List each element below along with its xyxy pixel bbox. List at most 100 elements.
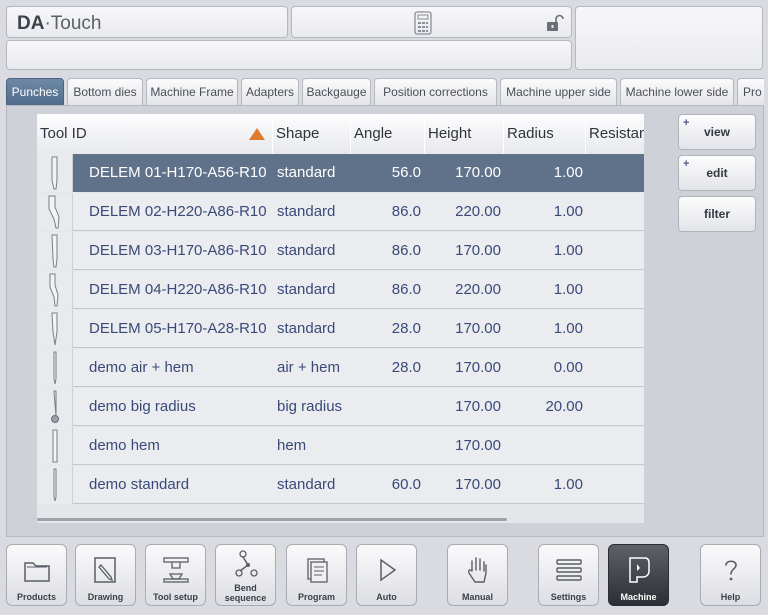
punch-thumbnail <box>37 349 73 387</box>
tab-machine-upper-side[interactable]: Machine upper side <box>500 78 617 106</box>
tab-machine-frame[interactable]: Machine Frame <box>146 78 238 106</box>
table-row[interactable]: DELEM 04-H220-A86-R10 standard 86.0 220.… <box>37 271 644 309</box>
folder-icon <box>24 562 50 582</box>
view-button[interactable]: + view <box>678 114 756 150</box>
program-pages-icon <box>307 558 328 583</box>
table-row[interactable]: demo standard standard 60.0 170.00 1.00 <box>37 466 644 504</box>
column-header-resistance[interactable]: Resistan <box>586 114 644 154</box>
cell-tool-id: DELEM 02-H220-A86-R10 <box>89 203 267 220</box>
cell-angle: 86.0 <box>391 242 421 259</box>
cell-angle: 28.0 <box>391 359 421 376</box>
cell-radius: 0.00 <box>553 359 583 376</box>
nav-program-button[interactable]: Program <box>286 544 347 606</box>
nav-settings-button[interactable]: Settings <box>538 544 599 606</box>
gooseneck-punch-icon <box>48 195 60 229</box>
punch-thumbnail <box>37 271 73 309</box>
punch-thumbnail <box>37 388 73 426</box>
table-row[interactable]: DELEM 01-H170-A56-R10 standard 56.0 170.… <box>37 154 644 192</box>
hem-punch-icon <box>52 429 58 463</box>
punch-thumbnail <box>37 232 73 270</box>
punch-thumbnail <box>37 427 73 465</box>
nav-machine-button[interactable]: Machine <box>608 544 669 606</box>
table-row[interactable]: DELEM 03-H170-A86-R10 standard 86.0 170.… <box>37 232 644 270</box>
column-header-height[interactable]: Height <box>425 114 504 154</box>
nav-auto-button[interactable]: Auto <box>356 544 417 606</box>
unlocked-padlock-icon[interactable] <box>546 14 564 32</box>
cell-height: 170.00 <box>455 437 501 454</box>
calculator-icon[interactable] <box>414 11 432 35</box>
tab-adapters[interactable]: Adapters <box>241 78 299 106</box>
cell-shape: standard <box>277 242 336 259</box>
cell-radius: 1.00 <box>553 320 583 337</box>
table-row[interactable]: DELEM 02-H220-A86-R10 standard 86.0 220.… <box>37 193 644 231</box>
cell-angle: 56.0 <box>391 164 421 181</box>
nav-tool-setup-button[interactable]: Tool setup <box>145 544 206 606</box>
column-header-radius[interactable]: Radius <box>504 114 586 154</box>
cell-angle: 28.0 <box>391 320 421 337</box>
cell-height: 170.00 <box>455 242 501 259</box>
tab-position-corrections[interactable]: Position corrections <box>374 78 497 106</box>
play-icon <box>380 558 397 582</box>
cell-height: 220.00 <box>455 203 501 220</box>
cell-tool-id: DELEM 04-H220-A86-R10 <box>89 281 267 298</box>
table-row[interactable]: demo hem hem 170.00 <box>37 427 644 465</box>
tab-bottom-dies[interactable]: Bottom dies <box>67 78 143 106</box>
table-row[interactable]: DELEM 05-H170-A28-R10 standard 28.0 170.… <box>37 310 644 348</box>
sort-ascending-icon <box>249 128 265 140</box>
tab-machine-lower-side[interactable]: Machine lower side <box>620 78 734 106</box>
cell-angle: 86.0 <box>391 281 421 298</box>
standard-punch-icon <box>53 468 57 502</box>
table-header: Tool ID Shape Angle Height Radius Resist… <box>37 114 644 154</box>
tab-products-truncated[interactable]: Pro <box>737 78 764 106</box>
cell-shape: big radius <box>277 398 343 415</box>
cell-tool-id: demo hem <box>89 437 160 454</box>
cell-shape: standard <box>277 281 336 298</box>
punch-thumbnail <box>37 310 73 348</box>
cell-shape: air + hem <box>277 359 340 376</box>
bend-sequence-icon <box>235 550 258 577</box>
message-bar <box>6 40 572 70</box>
tab-punches[interactable]: Punches <box>6 78 64 106</box>
table-row[interactable]: demo air + hem air + hem 28.0 170.00 0.0… <box>37 349 644 387</box>
cell-angle <box>355 388 421 426</box>
da-touch-logo: DA·Touch <box>17 13 102 34</box>
punch-thumbnail <box>37 466 73 504</box>
cell-tool-id: DELEM 03-H170-A86-R10 <box>89 242 267 259</box>
tool-setup-icon <box>163 557 189 583</box>
cell-height: 220.00 <box>455 281 501 298</box>
nav-manual-button[interactable]: Manual <box>447 544 508 606</box>
big-radius-punch-icon <box>51 390 59 423</box>
logo-panel: DA·Touch <box>6 6 288 38</box>
cell-shape: standard <box>277 203 336 220</box>
horizontal-scrollbar[interactable] <box>37 518 507 521</box>
nav-help-button[interactable]: Help <box>700 544 761 606</box>
cell-shape: standard <box>277 320 336 337</box>
cell-radius: 1.00 <box>553 476 583 493</box>
punch-thumbnail <box>37 154 73 192</box>
cell-radius <box>507 427 583 465</box>
info-panel <box>575 6 763 70</box>
nav-drawing-button[interactable]: Drawing <box>75 544 136 606</box>
nav-products-button[interactable]: Products <box>6 544 67 606</box>
cell-radius: 1.00 <box>553 203 583 220</box>
cell-radius: 20.00 <box>545 398 583 415</box>
drawing-pen-icon <box>94 557 116 583</box>
nav-bend-sequence-button[interactable]: Bend sequence <box>215 544 276 606</box>
tool-library-tabs: Punches Bottom dies Machine Frame Adapte… <box>6 78 764 106</box>
punch-profile-icon <box>51 156 58 190</box>
question-mark-icon <box>725 560 737 581</box>
tab-backgauge[interactable]: Backgauge <box>302 78 371 106</box>
column-header-angle[interactable]: Angle <box>351 114 425 154</box>
cell-tool-id: demo standard <box>89 476 190 493</box>
cell-radius: 1.00 <box>553 164 583 181</box>
table-row[interactable]: demo big radius big radius 170.00 20.00 <box>37 388 644 426</box>
status-panel <box>291 6 572 38</box>
edit-button[interactable]: + edit <box>678 155 756 191</box>
settings-list-icon <box>556 559 582 581</box>
cell-angle <box>355 427 421 465</box>
plus-icon: + <box>683 117 690 129</box>
cell-radius: 1.00 <box>553 281 583 298</box>
column-header-tool-id[interactable]: Tool ID <box>37 114 273 154</box>
column-header-shape[interactable]: Shape <box>273 114 351 154</box>
filter-button[interactable]: filter <box>678 196 756 232</box>
